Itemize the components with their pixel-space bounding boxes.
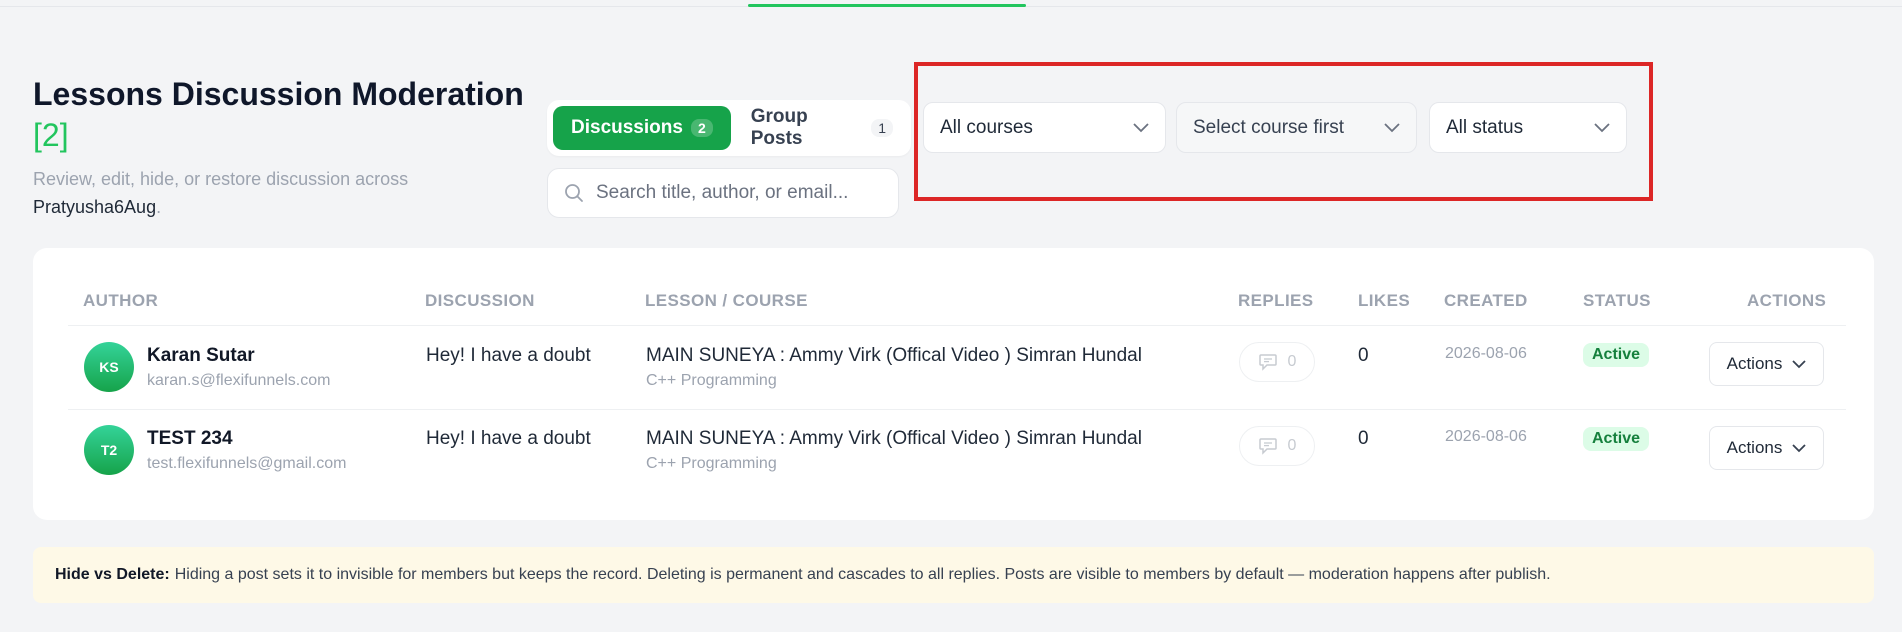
column-header-replies: REPLIES (1238, 291, 1314, 310)
chevron-down-icon (1792, 359, 1807, 368)
course-filter-select[interactable]: All courses (923, 102, 1166, 153)
chevron-down-icon (1384, 122, 1400, 132)
author-name: Karan Sutar (147, 345, 255, 366)
column-header-lesson-course: LESSON / COURSE (645, 291, 808, 310)
tab-group-posts[interactable]: Group Posts 1 (739, 106, 905, 150)
likes-count: 0 (1358, 428, 1369, 449)
course-name: C++ Programming (646, 372, 777, 389)
site-name: Pratyusha6Aug (33, 197, 157, 217)
tab-group-posts-badge: 1 (871, 119, 893, 137)
author-name: TEST 234 (147, 428, 233, 449)
page-header: Lessons Discussion Moderation [2] Review… (33, 73, 533, 221)
moderation-info-note: Hide vs Delete: Hiding a post sets it to… (33, 547, 1874, 603)
search-box (547, 168, 899, 218)
column-header-author: AUTHOR (83, 291, 159, 310)
discussion-count: [2] (33, 117, 69, 153)
column-header-likes: LIKES (1358, 291, 1411, 310)
column-header-status: STATUS (1583, 291, 1651, 310)
active-nav-indicator (748, 4, 1026, 7)
chevron-down-icon (1133, 122, 1149, 132)
lesson-title: MAIN SUNEYA : Ammy Virk (Offical Video )… (646, 345, 1142, 366)
search-input[interactable] (596, 182, 876, 204)
course-name: C++ Programming (646, 455, 777, 472)
comment-icon (1258, 354, 1277, 371)
search-icon (565, 184, 583, 202)
likes-count: 0 (1358, 345, 1369, 366)
row-divider (68, 409, 1846, 410)
status-badge: Active (1583, 343, 1650, 367)
actions-dropdown-button[interactable]: Actions (1709, 342, 1824, 386)
replies-button[interactable]: 0 (1239, 342, 1315, 382)
discussion-title: Hey! I have a doubt (426, 428, 591, 449)
comment-icon (1258, 438, 1277, 455)
page-subtitle: Review, edit, hide, or restore discussio… (33, 169, 409, 217)
chevron-down-icon (1792, 443, 1807, 452)
avatar: T2 (84, 425, 134, 475)
replies-button[interactable]: 0 (1239, 426, 1315, 466)
status-badge: Active (1583, 427, 1650, 451)
column-header-actions: ACTIONS (1747, 291, 1827, 310)
author-email: karan.s@flexifunnels.com (147, 372, 331, 389)
view-tabs: Discussions 2 Group Posts 1 (547, 100, 911, 156)
page-title: Lessons Discussion Moderation [2] (33, 73, 533, 155)
author-email: test.flexifunnels@gmail.com (147, 455, 347, 472)
lesson-filter-select[interactable]: Select course first (1176, 102, 1417, 153)
tab-discussions[interactable]: Discussions 2 (553, 106, 731, 150)
avatar: KS (84, 342, 134, 392)
column-header-created: CREATED (1444, 291, 1528, 310)
status-filter-select[interactable]: All status (1429, 102, 1627, 153)
tab-discussions-badge: 2 (690, 119, 713, 137)
note-title: Hide vs Delete: (55, 566, 170, 583)
actions-dropdown-button[interactable]: Actions (1709, 426, 1824, 470)
lesson-title: MAIN SUNEYA : Ammy Virk (Offical Video )… (646, 428, 1142, 449)
created-date: 2026-08-06 (1445, 428, 1527, 445)
note-text: Hiding a post sets it to invisible for m… (174, 566, 1551, 583)
discussion-title: Hey! I have a doubt (426, 345, 591, 366)
column-header-discussion: DISCUSSION (425, 291, 535, 310)
chevron-down-icon (1594, 122, 1610, 132)
table-header-divider (68, 325, 1846, 326)
created-date: 2026-08-06 (1445, 345, 1527, 362)
